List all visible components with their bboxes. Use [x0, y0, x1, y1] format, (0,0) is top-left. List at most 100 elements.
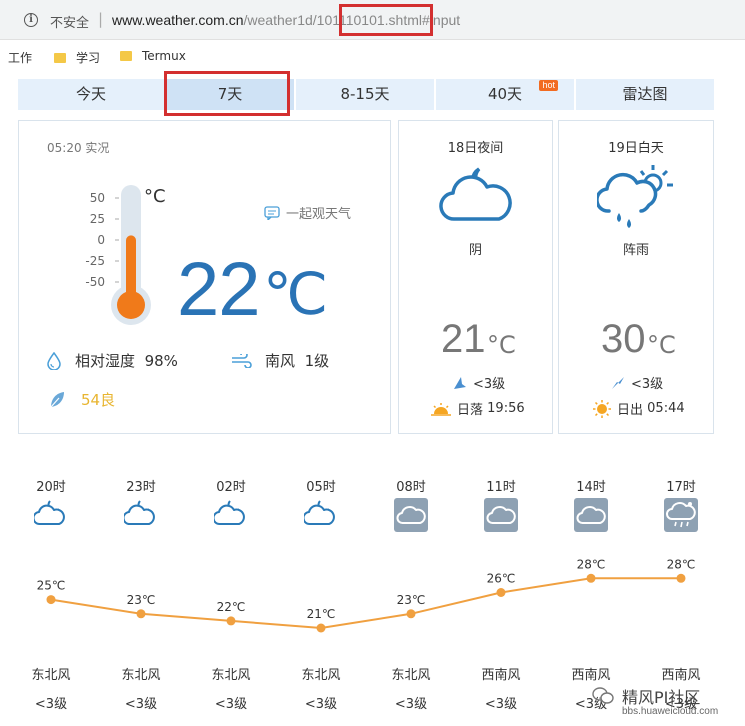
hour-label: 14时 — [576, 480, 606, 495]
air-quality[interactable]: 54良 — [49, 389, 115, 410]
wind-direction: 东北风 — [31, 668, 71, 683]
day-weather: 阵雨 — [622, 243, 649, 258]
temperature-point — [46, 595, 56, 605]
shower-icon — [664, 498, 698, 532]
hour-label: 23时 — [126, 480, 156, 495]
wechat-icon — [592, 687, 614, 704]
hot-badge: hot — [539, 80, 558, 91]
tab-40day[interactable]: 40天 hot — [436, 79, 576, 110]
night-wind: <3级 — [453, 373, 505, 392]
current-temperature: 22 — [177, 247, 261, 332]
forecast-tabs: 今天 7天 8-15天 40天 hot 雷达图 — [18, 79, 714, 110]
moon-cloud-icon — [212, 498, 248, 532]
wind-level: <3级 — [394, 697, 428, 712]
temperature-label: 28℃ — [667, 557, 696, 571]
wind-direction: 东北风 — [211, 668, 251, 683]
address-bar[interactable]: i 不安全 | www.weather.com.cn/weather1d/101… — [0, 0, 745, 40]
wind-level: <3级 — [214, 697, 248, 712]
wind-level: <3级 — [304, 697, 338, 712]
wind: 南风 1级 — [231, 350, 329, 371]
scale-tick: 50 — [89, 191, 105, 205]
temperature-point — [586, 573, 596, 583]
moon-cloud-icon — [439, 167, 512, 221]
wind-direction: 东北风 — [121, 668, 161, 683]
tab-8-15day[interactable]: 8-15天 — [296, 79, 436, 110]
bookmark-study[interactable]: 学习 — [54, 49, 100, 66]
day-temperature: 30 — [601, 317, 646, 361]
night-weather: 阴 — [468, 243, 482, 258]
night-temperature: 21 — [441, 317, 486, 361]
sunset-icon — [431, 402, 451, 416]
security-label[interactable]: 不安全 — [50, 12, 89, 31]
overcast-icon — [574, 498, 608, 532]
temperature-point — [136, 609, 146, 619]
hour-label: 08时 — [396, 480, 426, 495]
leaf-icon — [50, 391, 64, 407]
overcast-icon — [484, 498, 518, 532]
temperature-label: 25℃ — [37, 579, 66, 593]
wind-direction: 西南风 — [481, 668, 521, 683]
watermark: 精风PI社区 — [592, 684, 700, 708]
sunrise: 日出 05:44 — [593, 399, 685, 418]
wind-direction: 东北风 — [391, 668, 431, 683]
url-id-highlight-box — [339, 4, 433, 36]
hour-label: 11时 — [486, 480, 516, 495]
hour-label: 05时 — [306, 480, 336, 495]
bookmark-work[interactable]: 工作 — [8, 49, 32, 66]
temperature-label: 28℃ — [577, 557, 606, 571]
bookmarks-bar: 工作 学习 Termux — [0, 40, 745, 74]
tab-radar[interactable]: 雷达图 — [576, 79, 714, 110]
moon-cloud-icon — [302, 498, 338, 532]
sun-shower-icon — [597, 165, 673, 228]
watermark-url: bbs.huaweicloud.com — [622, 706, 719, 717]
moon-cloud-icon — [122, 498, 158, 532]
watch-weather-link[interactable]: 一起观天气 — [264, 203, 351, 222]
temperature-label: 21℃ — [307, 607, 336, 621]
wind-level: <3级 — [124, 697, 158, 712]
wind-direction: 西南风 — [571, 668, 611, 683]
scale-tick: 25 — [89, 212, 105, 226]
info-icon[interactable]: i — [24, 13, 38, 27]
hour-label: 17时 — [666, 480, 696, 495]
scale-tick: -25 — [85, 254, 105, 268]
night-temperature-unit: °C — [487, 331, 516, 359]
sunset: 日落 19:56 — [431, 399, 525, 418]
temperature-point — [406, 609, 416, 619]
wind-level: <3级 — [34, 697, 68, 712]
temperature-point — [226, 616, 236, 626]
folder-icon — [54, 52, 66, 63]
day-wind: <3级 — [611, 373, 663, 392]
folder-icon — [120, 51, 132, 61]
day-title: 19日白天 — [608, 141, 664, 156]
temperature-point — [676, 573, 686, 583]
night-forecast-panel: 18日夜间 阴 21 °C <3级 日落 19:56 — [398, 120, 553, 434]
night-title: 18日夜间 — [447, 141, 504, 156]
hour-label: 02时 — [216, 480, 246, 495]
scale-tick: -50 — [85, 275, 105, 289]
current-weather-panel: 05:20 实况 50 25 0 -25 -50 °C 一起观天气 22 ℃ 相… — [18, 120, 391, 434]
overcast-icon — [394, 498, 428, 532]
temperature-label: 26℃ — [487, 572, 516, 586]
scale-tick: 0 — [97, 233, 105, 247]
thermometer-icon — [111, 185, 151, 325]
temperature-point — [496, 588, 506, 597]
droplet-icon — [47, 351, 61, 370]
current-temperature-unit: ℃ — [263, 260, 329, 328]
temperature-label: 23℃ — [397, 593, 426, 607]
thermometer-ticks — [115, 197, 119, 283]
sun-icon — [593, 399, 611, 418]
bookmark-termux[interactable]: Termux — [120, 49, 186, 63]
temperature-label: 22℃ — [217, 600, 246, 614]
temperature-point — [316, 623, 326, 633]
humidity: 相对湿度 98% — [47, 350, 178, 371]
wind-icon — [232, 353, 252, 368]
url-separator: | — [98, 10, 104, 28]
day-temperature-unit: °C — [647, 331, 676, 359]
wind-direction: 西南风 — [661, 668, 701, 683]
wind-direction: 东北风 — [301, 668, 341, 683]
tab-today[interactable]: 今天 — [18, 79, 166, 110]
observation-time: 05:20 实况 — [47, 141, 110, 155]
chat-bubble-icon — [264, 205, 280, 220]
wind-direction-icon — [612, 376, 624, 389]
wind-direction-icon — [454, 376, 466, 389]
